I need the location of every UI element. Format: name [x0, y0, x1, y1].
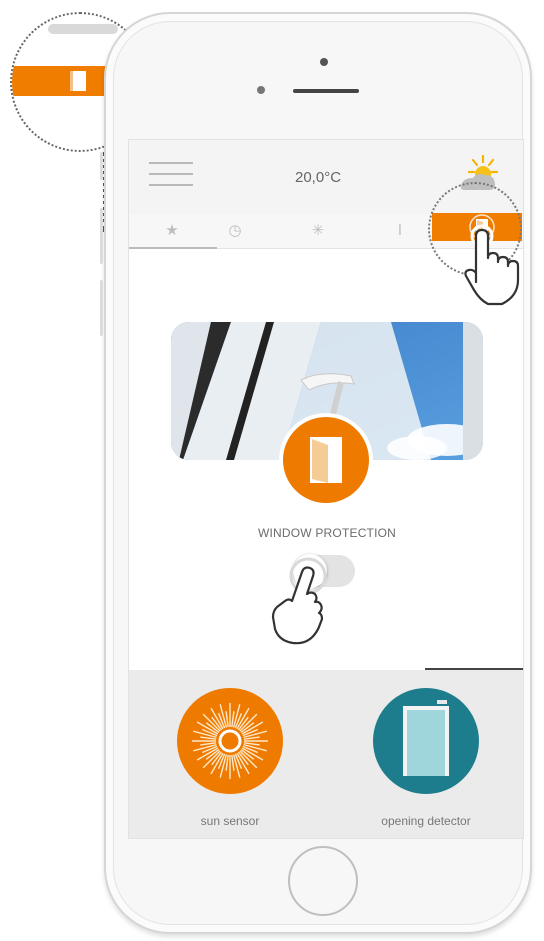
hamburger-menu-icon[interactable] — [149, 162, 193, 192]
device-strip: sun sensor opening detector — [129, 670, 523, 838]
sun-icon[interactable]: ✳ — [305, 218, 331, 244]
zoom-window-icon — [70, 71, 86, 91]
front-camera — [320, 58, 328, 66]
mute-switch — [100, 152, 103, 180]
earpiece-speaker — [293, 89, 359, 93]
device-label: sun sensor — [200, 814, 260, 828]
zoom-topbar-fragment — [48, 24, 118, 34]
tap-hand-icon-toggle — [271, 557, 327, 645]
feature-label: WINDOW PROTECTION — [257, 526, 397, 540]
tap-hand-icon — [464, 224, 520, 306]
device-opening-detector[interactable]: opening detector — [337, 684, 507, 834]
home-button[interactable] — [288, 846, 358, 916]
sun-sensor-icon — [177, 688, 283, 794]
clock-icon[interactable]: ◷ — [222, 218, 248, 244]
opening-detector-icon — [373, 688, 479, 794]
device-sun-sensor[interactable]: sun sensor — [141, 684, 311, 834]
temperature-icon[interactable]: ǀ — [387, 218, 413, 244]
temperature-readout: 20,0°C — [295, 169, 342, 186]
window-protection-icon — [279, 413, 373, 507]
volume-up-button — [100, 208, 103, 264]
device-label: opening detector — [381, 814, 471, 828]
volume-down-button — [100, 280, 103, 336]
star-icon[interactable]: ★ — [159, 218, 185, 244]
proximity-sensor — [257, 86, 265, 94]
